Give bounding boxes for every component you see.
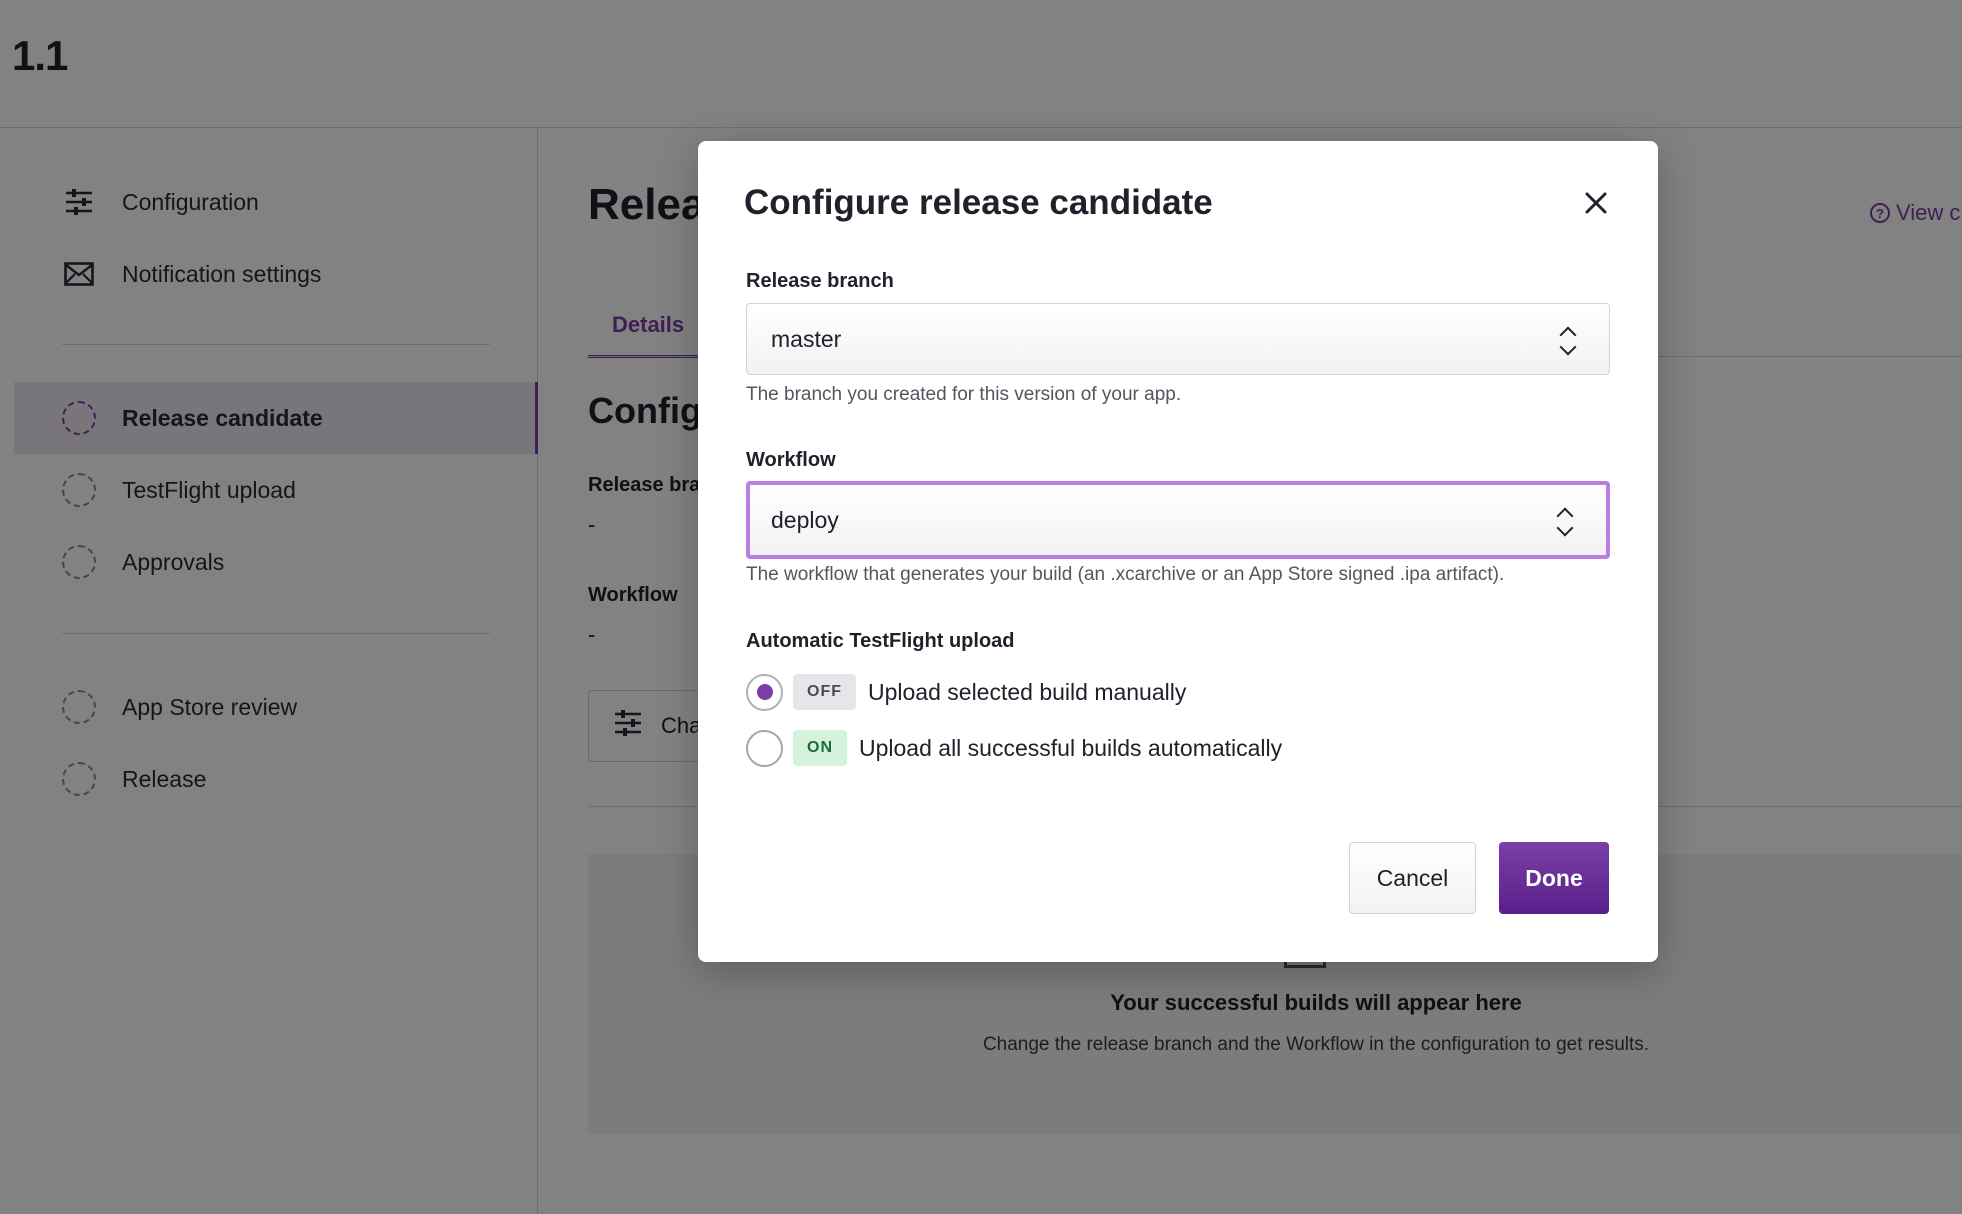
workflow-field-label: Workflow bbox=[746, 449, 836, 471]
workflow-value: deploy bbox=[771, 506, 839, 533]
release-branch-help: The branch you created for this version … bbox=[746, 384, 1182, 405]
cancel-button[interactable]: Cancel bbox=[1349, 842, 1476, 914]
radio-upload-automatically[interactable] bbox=[746, 729, 783, 767]
configure-release-candidate-dialog: Configure release candidate Release bran… bbox=[698, 141, 1658, 962]
upload-automatically-option[interactable]: ON Upload all successful builds automati… bbox=[746, 729, 1282, 767]
workflow-help: The workflow that generates your build (… bbox=[746, 564, 1505, 585]
dialog-title: Configure release candidate bbox=[744, 183, 1213, 222]
radio-upload-manually[interactable] bbox=[746, 673, 783, 711]
upload-manually-option[interactable]: OFF Upload selected build manually bbox=[746, 673, 1186, 711]
off-badge: OFF bbox=[793, 674, 856, 710]
done-button[interactable]: Done bbox=[1499, 842, 1609, 914]
testflight-upload-label: Automatic TestFlight upload bbox=[746, 630, 1015, 652]
chevron-up-down-icon bbox=[1559, 325, 1577, 356]
close-icon[interactable] bbox=[1578, 187, 1614, 223]
release-branch-field-label: Release branch bbox=[746, 270, 894, 292]
option-label: Upload selected build manually bbox=[868, 678, 1187, 705]
release-branch-select[interactable]: master bbox=[746, 303, 1610, 375]
release-branch-value: master bbox=[771, 325, 842, 352]
option-label: Upload all successful builds automatical… bbox=[859, 734, 1283, 761]
on-badge: ON bbox=[793, 730, 847, 766]
chevron-up-down-icon bbox=[1556, 506, 1574, 537]
workflow-select[interactable]: deploy bbox=[746, 481, 1610, 559]
